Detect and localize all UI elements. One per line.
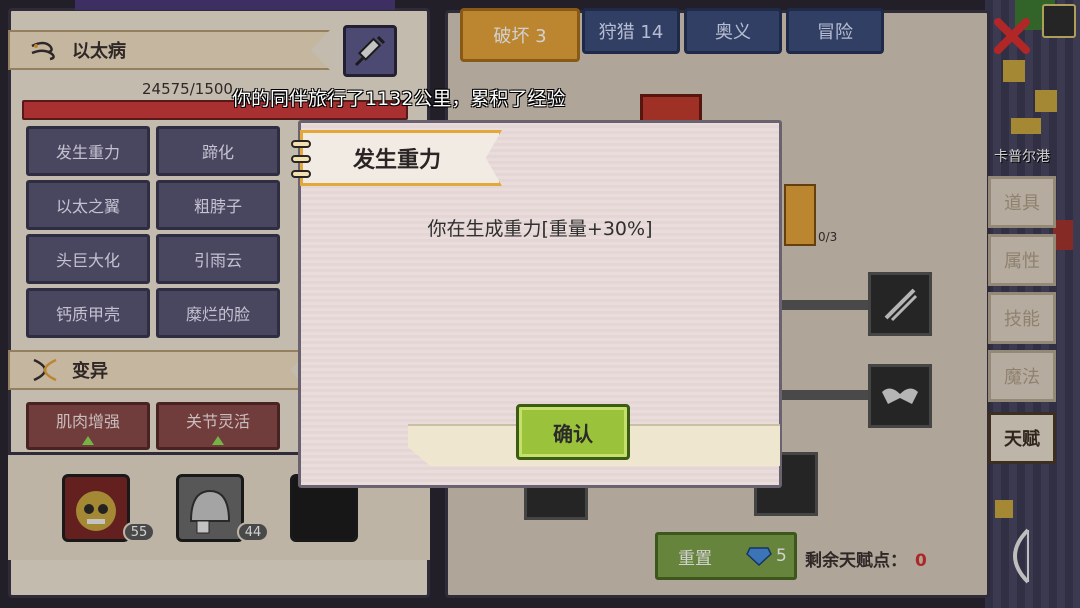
event-log: 你的同伴旅行了1132公里，累积了经验 <box>232 88 566 110</box>
confirm-button[interactable]: 确认 <box>516 404 630 460</box>
dialog-description: 你在生成重力[重量+30%] <box>427 218 653 240</box>
dialog-title-tag: 发生重力 <box>300 130 502 186</box>
binder-rings-icon <box>291 140 311 178</box>
dialog-title: 发生重力 <box>353 148 442 173</box>
